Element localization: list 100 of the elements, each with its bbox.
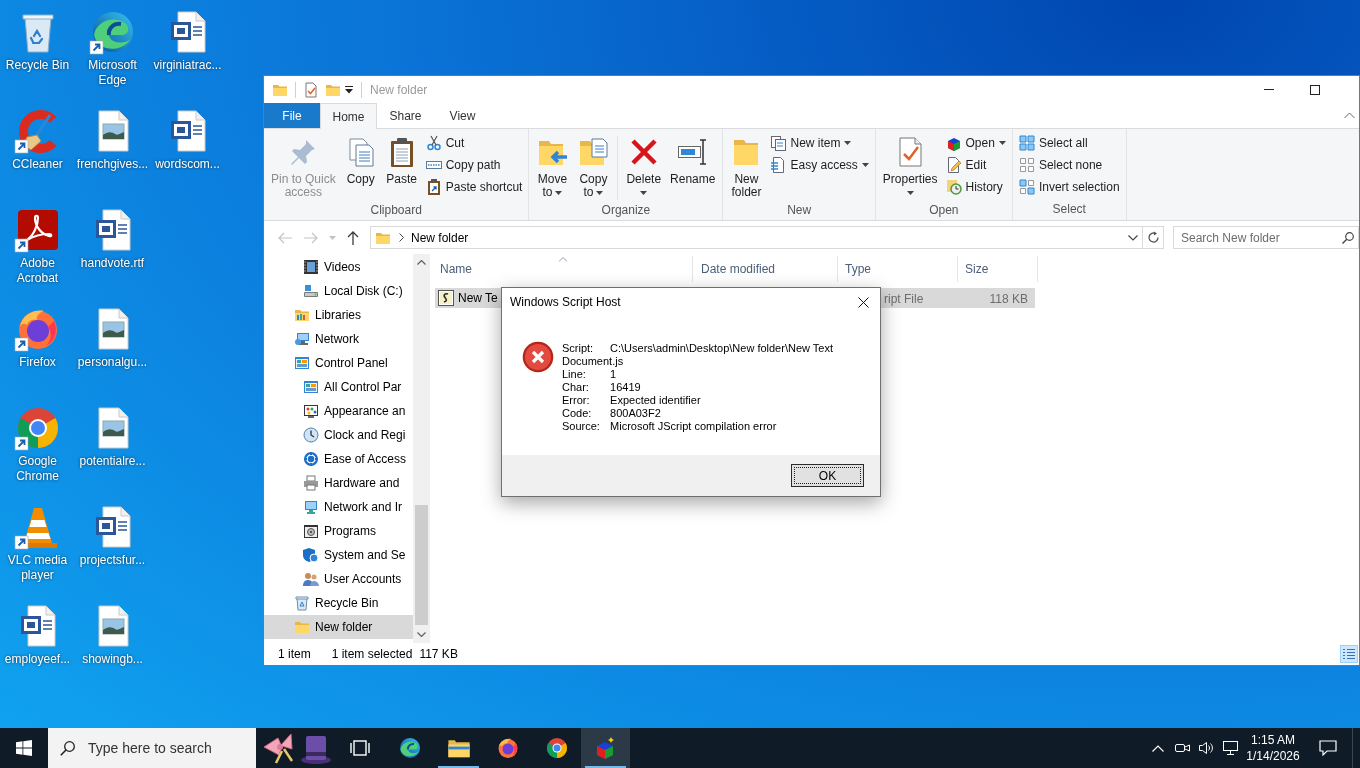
ribbon-button[interactable]: Paste shortcut — [422, 176, 526, 198]
view-button[interactable] — [1340, 645, 1358, 663]
ribbon-button[interactable]: Properties — [878, 132, 942, 202]
nav-item[interactable]: New folder — [264, 615, 413, 639]
scroll-up-icon[interactable] — [417, 260, 426, 265]
ribbon-button[interactable]: Paste — [381, 132, 422, 202]
hard-drive-icon — [303, 283, 319, 299]
page-pencil-icon — [945, 157, 962, 173]
caret-icon — [640, 190, 648, 195]
ribbon-button[interactable]: Rename — [666, 132, 720, 202]
desktop-icon-label[interactable]: frenchgives... — [74, 157, 151, 172]
nav-item[interactable]: Network and Ir — [264, 495, 413, 519]
shield-icon — [303, 547, 319, 563]
search-icon[interactable] — [1342, 231, 1354, 244]
nav-item[interactable]: Clock and Regi — [264, 423, 413, 447]
search-icon[interactable] — [60, 740, 75, 756]
network-monitor-icon[interactable] — [1222, 741, 1238, 755]
ribbon-button[interactable]: Copy path — [422, 154, 526, 176]
search-input[interactable]: Type here to search — [88, 728, 256, 768]
nav-item[interactable]: Videos — [264, 255, 413, 279]
search-input[interactable]: Search New folder — [1181, 227, 1342, 248]
up-arrow-icon[interactable] — [345, 229, 361, 246]
checked-page-icon[interactable] — [303, 81, 319, 98]
clock-time[interactable]: 1:15 AM — [1251, 732, 1295, 748]
maximize-icon[interactable] — [1310, 84, 1320, 95]
ribbon-tab[interactable]: View — [434, 103, 491, 128]
nav-item[interactable]: System and Se — [264, 543, 413, 567]
ribbon-button[interactable]: Edit — [942, 154, 1009, 176]
nav-item[interactable]: Control Panel — [264, 351, 413, 375]
clock-date[interactable]: 1/14/2026 — [1246, 748, 1300, 764]
ribbon-tab[interactable]: File — [264, 103, 320, 128]
ribbon-tab[interactable]: Home — [320, 103, 377, 129]
close-icon[interactable] — [857, 296, 869, 308]
ribbon-button[interactable]: Cut — [422, 132, 526, 154]
scissors-icon — [425, 135, 442, 151]
column-header[interactable]: Size — [958, 256, 1038, 282]
desktop-icon-label[interactable]: handvote.rtf — [78, 256, 147, 271]
nav-item[interactable]: Local Disk (C:) — [264, 279, 413, 303]
ribbon-group-label: New — [786, 202, 813, 219]
chevron-right-icon[interactable] — [398, 233, 404, 242]
ribbon-button[interactable]: Copy — [340, 132, 381, 202]
selection-size: 117 KB — [419, 646, 458, 663]
taskbar-button[interactable] — [581, 728, 630, 768]
ribbon-tab[interactable]: Share — [377, 103, 434, 128]
ribbon-button[interactable]: Easy access — [767, 154, 872, 176]
clock-icon — [303, 427, 319, 443]
nav-item[interactable]: All Control Par — [264, 375, 413, 399]
ribbon-button[interactable]: Invert selection — [1015, 176, 1123, 198]
refresh-button[interactable] — [1143, 226, 1164, 249]
control-panel-icon — [294, 355, 310, 371]
nav-item[interactable]: Appearance an — [264, 399, 413, 423]
column-header[interactable]: Type — [838, 256, 958, 282]
desktop-icon-label[interactable]: Recycle Bin — [3, 58, 72, 73]
caret-icon — [555, 190, 563, 195]
nav-item[interactable]: Ease of Access — [264, 447, 413, 471]
ribbon-button[interactable]: Select all — [1015, 132, 1123, 154]
customize-caret-icon[interactable] — [345, 85, 353, 94]
desktop-icon-label[interactable]: personalgu... — [75, 355, 150, 370]
ribbon-button[interactable]: Delete — [622, 132, 666, 202]
ribbon-button[interactable]: New item — [767, 132, 872, 154]
column-header[interactable]: Name — [433, 256, 693, 282]
speaker-icon[interactable] — [1198, 741, 1214, 755]
desktop-icon-label[interactable]: wordscom... — [153, 157, 222, 172]
film-strip-icon — [303, 259, 319, 275]
dialog-button[interactable]: OK — [791, 464, 864, 487]
mixed-squares-icon — [1018, 179, 1035, 195]
ribbon-button[interactable]: Copy to — [573, 132, 614, 202]
address-bar[interactable]: New folder — [370, 226, 1143, 249]
nav-item[interactable]: Hardware and — [264, 471, 413, 495]
file-size: 118 KB — [989, 292, 1028, 306]
ribbon-button[interactable]: Move to — [532, 132, 573, 202]
desktop-icon-label[interactable]: CCleaner — [10, 157, 65, 172]
desktop-icon-label[interactable]: virginiatrac... — [151, 58, 224, 73]
nav-item[interactable]: Network — [264, 327, 413, 351]
chevron-down-icon[interactable] — [1128, 234, 1138, 241]
windows-logo-icon[interactable] — [16, 740, 32, 756]
ribbon-button[interactable]: New folder — [726, 132, 767, 202]
ribbon-button[interactable]: Select none — [1015, 154, 1123, 176]
search-field[interactable]: Search New folder — [1173, 226, 1359, 249]
ribbon-button[interactable]: History — [942, 176, 1009, 198]
nav-item[interactable]: Libraries — [264, 303, 413, 327]
page-lines-icon — [770, 157, 787, 173]
notification-icon[interactable] — [1319, 740, 1337, 756]
scrollbar-thumb[interactable] — [415, 505, 428, 625]
search-field[interactable]: Type here to search — [48, 728, 256, 768]
scroll-down-icon[interactable] — [417, 632, 426, 637]
desktop-icon-label[interactable]: Adobe Acrobat — [0, 256, 75, 286]
clipboard-shortcut-icon — [425, 179, 442, 195]
ribbon-button[interactable]: Open — [942, 132, 1009, 154]
ribbon-group-label: Clipboard — [369, 202, 423, 219]
desktop-icon-label[interactable]: Microsoft Edge — [75, 58, 150, 88]
refresh-icon — [1146, 231, 1160, 244]
ring-icon — [303, 451, 319, 467]
nav-item[interactable]: User Accounts — [264, 567, 413, 591]
column-header[interactable]: Date modified — [693, 256, 838, 282]
nav-item[interactable]: Programs — [264, 519, 413, 543]
breadcrumb[interactable]: New folder — [411, 228, 469, 247]
nav-item[interactable]: Recycle Bin — [264, 591, 413, 615]
camera-icon[interactable] — [1174, 742, 1190, 754]
grid-squares-icon — [1018, 135, 1035, 151]
